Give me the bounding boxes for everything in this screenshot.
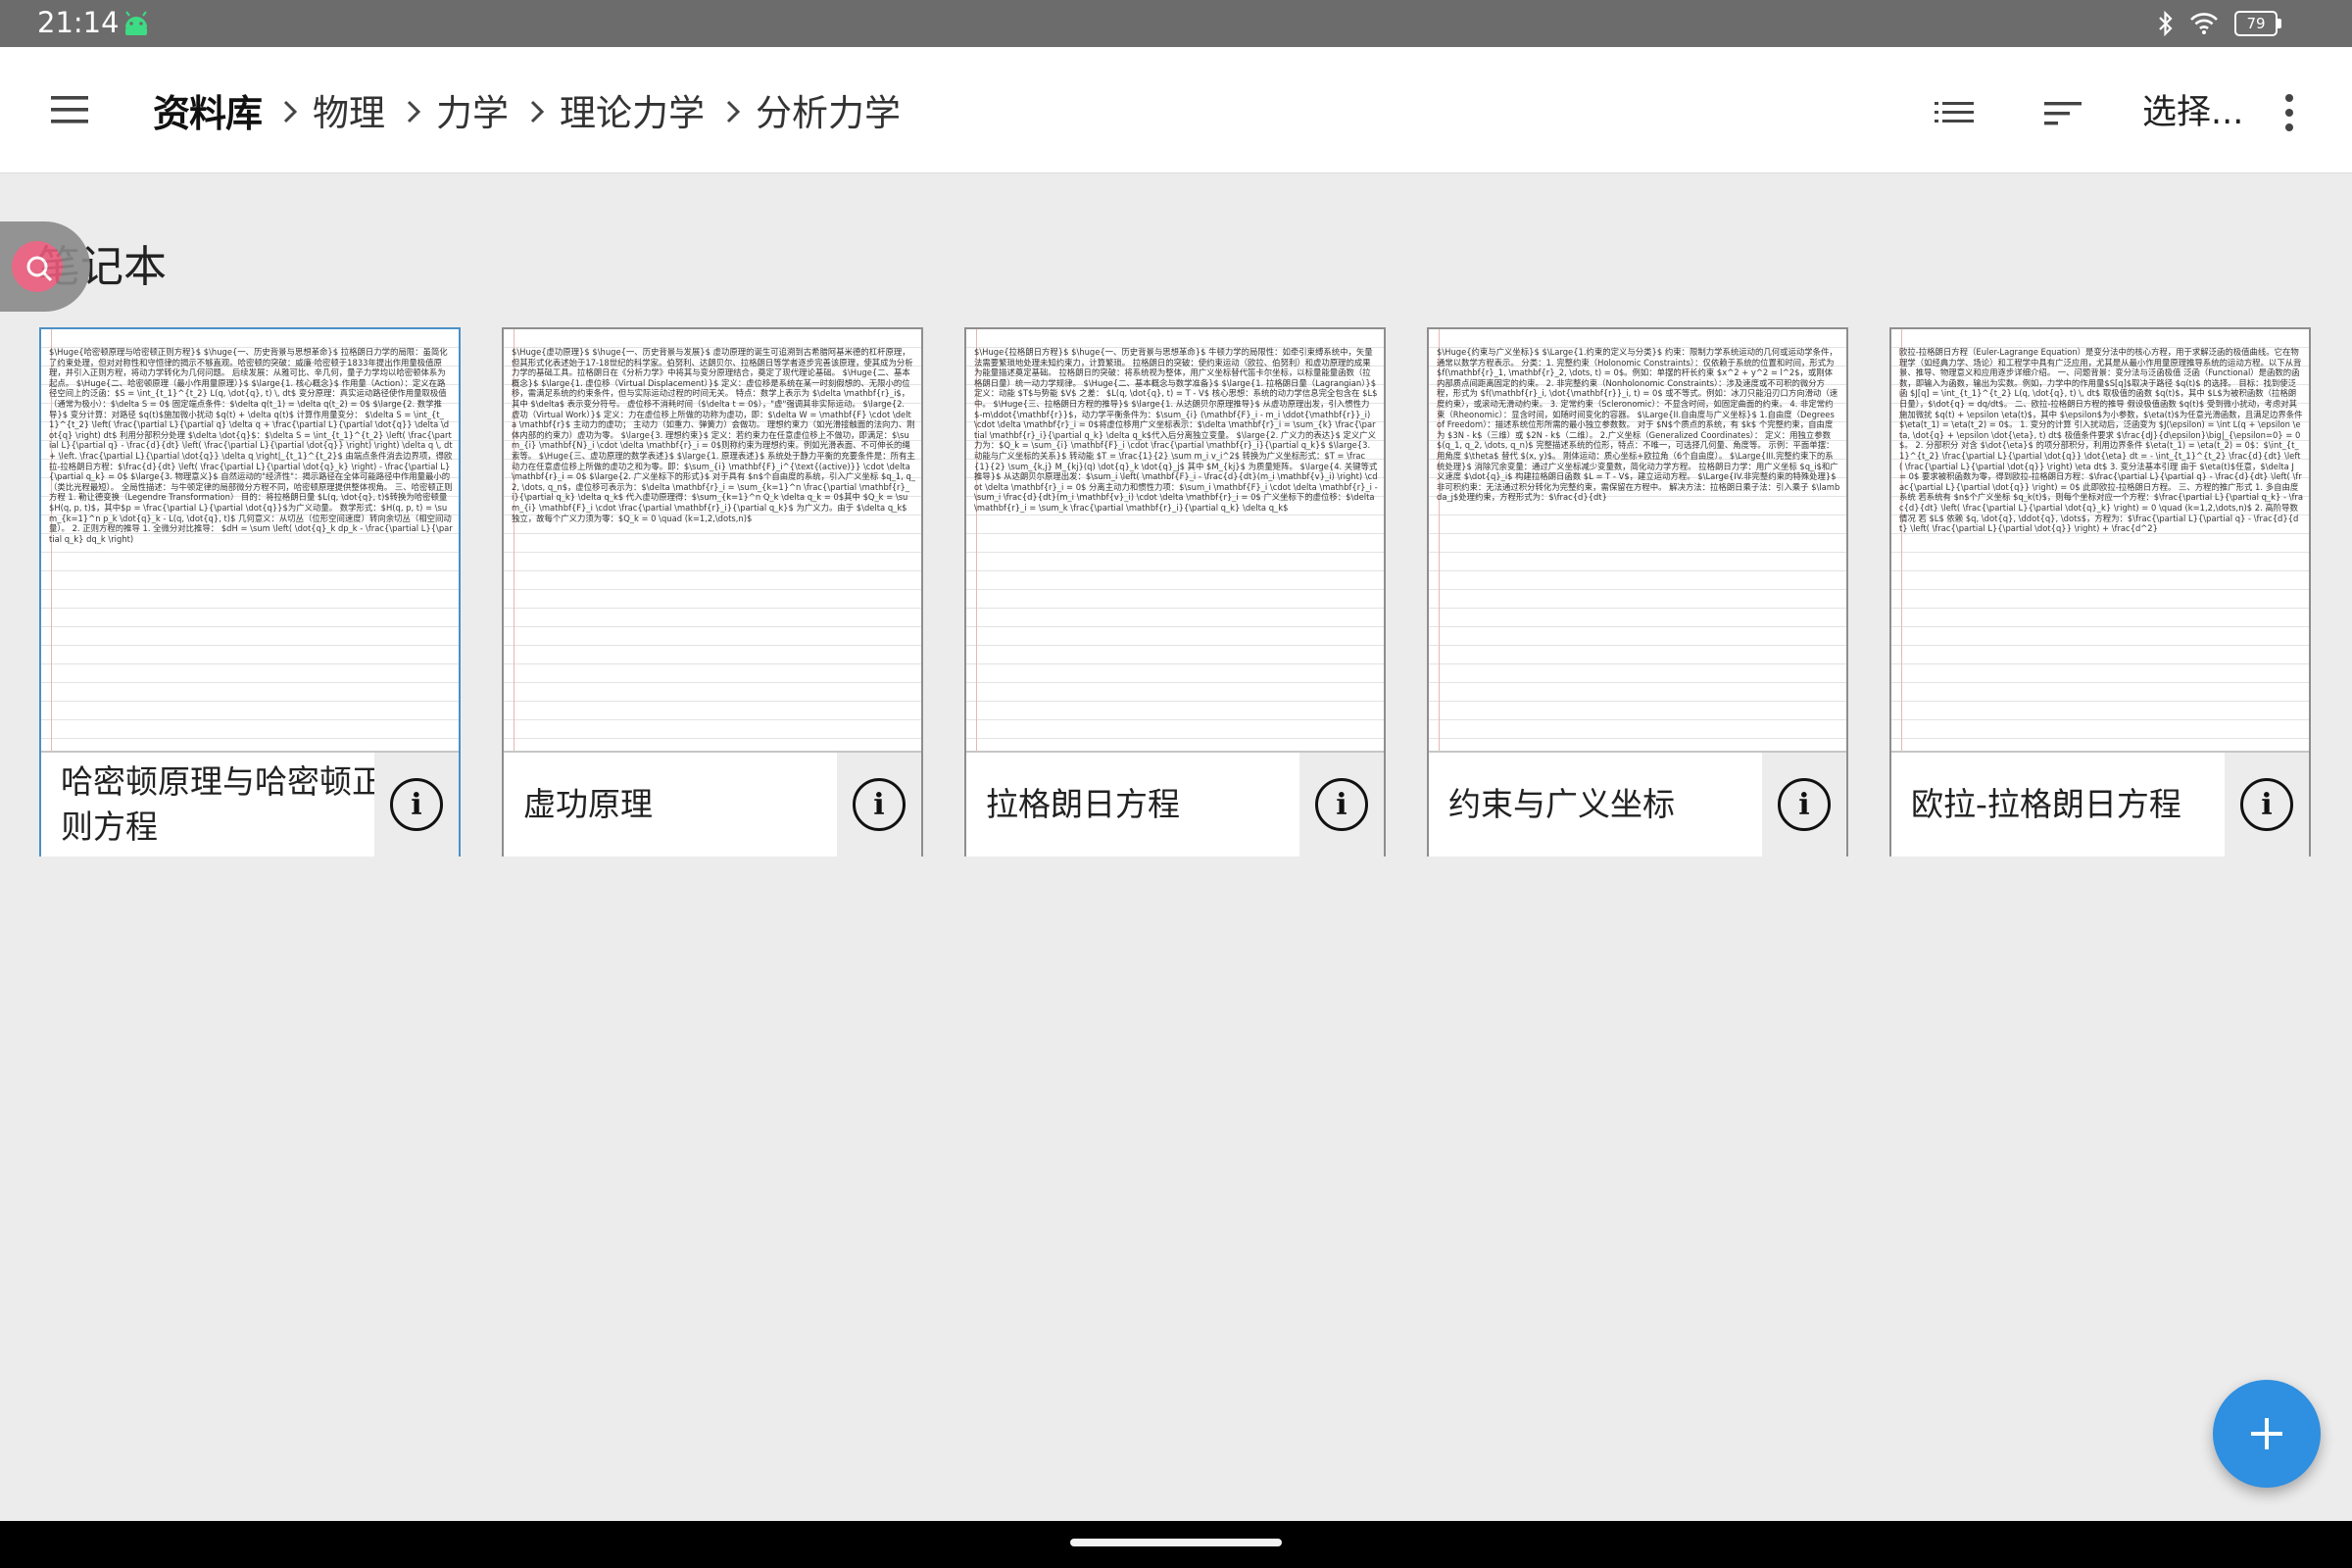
list-view-icon[interactable]	[1933, 98, 1976, 131]
notebook-card[interactable]: 欧拉-拉格朗日方程（Euler-Lagrange Equation）是变分法中的…	[1889, 327, 2311, 857]
notebook-card[interactable]: $\Huge{虚功原理}$ $\huge{一、历史背景与发展}$ 虚功原理的诞生…	[502, 327, 923, 857]
notebook-preview: $\Huge{约束与广义坐标}$ $\Large{1.约束的定义与分类}$ 约束…	[1429, 329, 1846, 751]
chevron-right-icon	[283, 100, 298, 123]
notebook-info-button[interactable]: i	[2225, 753, 2309, 857]
bluetooth-icon	[2159, 11, 2173, 36]
hamburger-menu-icon[interactable]	[47, 90, 94, 129]
notebook-footer: 哈密顿原理与哈密顿正则方程 i	[41, 751, 459, 857]
info-icon: i	[1315, 778, 1368, 831]
status-bar: 21:14 79	[0, 0, 2352, 47]
add-icon	[2251, 1418, 2282, 1449]
gesture-handle-icon[interactable]	[1070, 1539, 1282, 1546]
more-vert-icon[interactable]	[2276, 90, 2303, 135]
breadcrumb-item-theoretical-mechanics[interactable]: 理论力学	[560, 83, 705, 136]
battery-level: 79	[2246, 15, 2266, 32]
notebook-card[interactable]: $\Huge{拉格朗日方程}$ $\huge{一、历史背景与思想革命}$ 牛顿力…	[964, 327, 1386, 857]
add-notebook-button[interactable]	[2213, 1380, 2321, 1488]
notebook-preview-text: $\Huge{约束与广义坐标}$ $\Large{1.约束的定义与分类}$ 约束…	[1437, 347, 1840, 503]
notebook-card[interactable]: $\Huge{哈密顿原理与哈密顿正则方程}$ $\huge{一、历史背景与思想革…	[39, 327, 461, 857]
info-icon: i	[2240, 778, 2293, 831]
breadcrumb-item-physics[interactable]: 物理	[313, 83, 385, 136]
wifi-icon	[2190, 13, 2218, 34]
info-icon: i	[1778, 778, 1831, 831]
notebook-footer: 欧拉-拉格朗日方程 i	[1891, 751, 2309, 857]
notebook-preview-text: $\Huge{哈密顿原理与哈密顿正则方程}$ $\huge{一、历史背景与思想革…	[49, 347, 453, 544]
notebook-preview: 欧拉-拉格朗日方程（Euler-Lagrange Equation）是变分法中的…	[1891, 329, 2309, 751]
chevron-right-icon	[407, 100, 421, 123]
android-robot-icon	[125, 11, 147, 35]
breadcrumb-root[interactable]: 资料库	[153, 83, 263, 137]
breadcrumb-item-mechanics[interactable]: 力学	[436, 83, 509, 136]
notebook-footer: 虚功原理 i	[504, 751, 921, 857]
chevron-right-icon	[726, 100, 741, 123]
notebook-title: 欧拉-拉格朗日方程	[1911, 785, 2181, 823]
app-bar: 资料库 物理 力学 理论力学 分析力学 选择...	[0, 47, 2352, 173]
navigation-bar	[0, 1521, 2352, 1568]
sort-icon[interactable]	[2042, 98, 2085, 131]
status-icons: 79	[2158, 9, 2281, 38]
status-time: 21:14	[37, 6, 120, 39]
notebook-preview-text: 欧拉-拉格朗日方程（Euler-Lagrange Equation）是变分法中的…	[1899, 347, 2303, 534]
notebook-preview: $\Huge{哈密顿原理与哈密顿正则方程}$ $\huge{一、历史背景与思想革…	[41, 329, 459, 751]
notebook-title: 拉格朗日方程	[986, 785, 1180, 823]
notebook-info-button[interactable]: i	[1299, 753, 1384, 857]
info-icon: i	[390, 778, 443, 831]
notebook-preview: $\Huge{拉格朗日方程}$ $\huge{一、历史背景与思想革命}$ 牛顿力…	[966, 329, 1384, 751]
notebook-title: 虚功原理	[523, 785, 653, 823]
select-button[interactable]: 选择...	[2142, 84, 2243, 134]
notebook-footer: 拉格朗日方程 i	[966, 751, 1384, 857]
info-icon: i	[853, 778, 906, 831]
notebook-info-button[interactable]: i	[1762, 753, 1846, 857]
notebook-info-button[interactable]: i	[374, 753, 459, 857]
notebook-preview-text: $\Huge{拉格朗日方程}$ $\huge{一、历史背景与思想革命}$ 牛顿力…	[974, 347, 1378, 513]
pen-icon	[26, 256, 53, 282]
notebook-title: 哈密顿原理与哈密顿正则方程	[61, 762, 384, 846]
chevron-right-icon	[530, 100, 545, 123]
breadcrumb-item-analytical-mechanics[interactable]: 分析力学	[756, 83, 901, 136]
notebook-card[interactable]: $\Huge{约束与广义坐标}$ $\Large{1.约束的定义与分类}$ 约束…	[1427, 327, 1848, 857]
breadcrumb: 资料库 物理 力学 理论力学 分析力学	[153, 76, 901, 143]
notebook-title: 约束与广义坐标	[1448, 785, 1675, 823]
floating-pen-icon[interactable]	[0, 221, 90, 312]
battery-icon: 79	[2234, 11, 2281, 36]
notebook-footer: 约束与广义坐标 i	[1429, 751, 1846, 857]
floating-pen-badge	[12, 241, 63, 292]
notebook-info-button[interactable]: i	[837, 753, 921, 857]
notebook-preview: $\Huge{虚功原理}$ $\huge{一、历史背景与发展}$ 虚功原理的诞生…	[504, 329, 921, 751]
notebook-preview-text: $\Huge{虚功原理}$ $\huge{一、历史背景与发展}$ 虚功原理的诞生…	[512, 347, 915, 523]
